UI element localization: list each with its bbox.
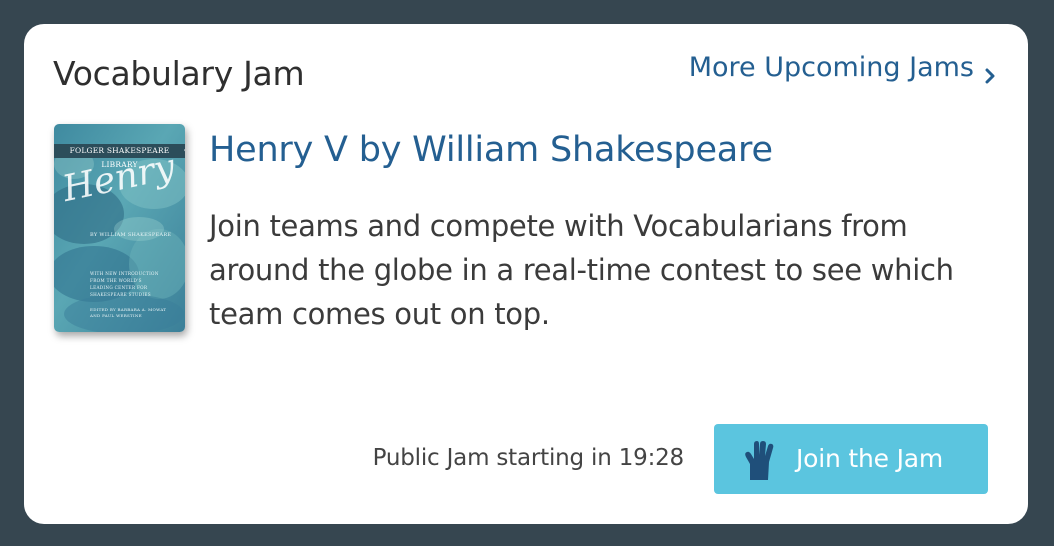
more-upcoming-jams-label: More Upcoming Jams (688, 52, 974, 83)
jam-start-status: Public Jam starting in 19:28 (372, 445, 685, 471)
more-upcoming-jams-link[interactable]: More Upcoming Jams (689, 52, 996, 83)
join-the-jam-button[interactable]: Join the Jam (714, 424, 988, 494)
book-cover[interactable]: FOLGER SHAKESPEARE LIBRARY Henry V BY WI… (54, 124, 185, 332)
card-title: Vocabulary Jam (53, 54, 305, 93)
book-author-line: BY WILLIAM SHAKESPEARE (90, 232, 172, 238)
book-blurb: WITH NEW INTRODUCTION FROM THE WORLD'S L… (90, 271, 159, 297)
raised-hand-icon (742, 440, 778, 483)
vocabulary-jam-card: Vocabulary Jam More Upcoming Jams FOLGER… (24, 24, 1028, 524)
chevron-right-icon (984, 60, 996, 83)
jam-description: Join teams and compete with Vocabularian… (209, 209, 954, 331)
join-the-jam-label: Join the Jam (796, 444, 944, 473)
book-editors: EDITED BY BARBARA A. MOWAT AND PAUL WERS… (90, 307, 167, 318)
jam-title-link[interactable]: Henry V by William Shakespeare (209, 130, 773, 170)
